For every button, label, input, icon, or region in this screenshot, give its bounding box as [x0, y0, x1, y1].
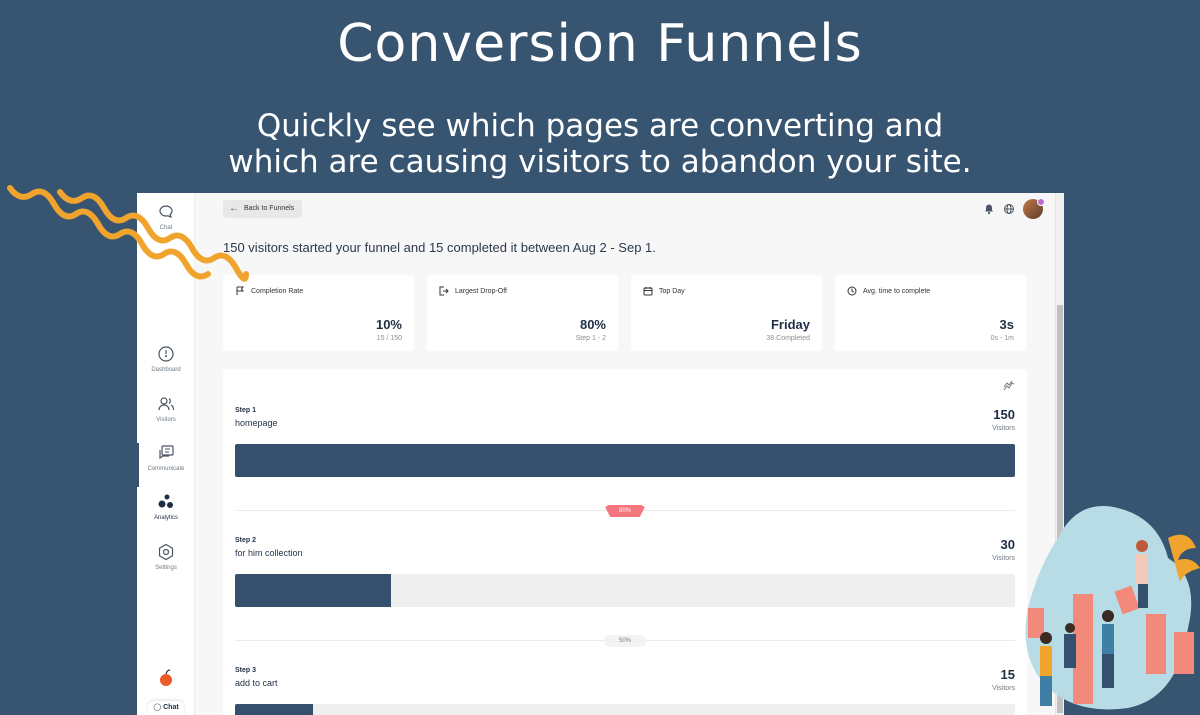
messages-icon — [159, 445, 174, 460]
stat-card-subtext: 38 Completed — [766, 335, 810, 342]
sidebar-item-label: Communicate — [147, 466, 185, 472]
step-visitor-unit: Visitors — [992, 685, 1015, 692]
calendar-icon — [643, 287, 653, 296]
stat-card-subtext: Step 1 - 2 — [575, 335, 606, 342]
sidebar-item-communicate[interactable]: Communicate — [137, 444, 195, 472]
main-content: ← Back to Funnels 150 visitors started y… — [195, 193, 1055, 715]
trend-chart-icon[interactable] — [1003, 379, 1015, 391]
chat-tab-label: Chat — [163, 704, 179, 711]
step-visitor-count: 30 — [1000, 537, 1015, 552]
stat-card-label: Largest Drop-Off — [455, 287, 508, 295]
chat-icon: ◯ — [153, 704, 162, 711]
step-3-bar-track — [235, 704, 1015, 715]
funnel-step-1: Step 1 homepage 150 Visitors — [235, 407, 1015, 432]
users-icon — [158, 397, 175, 411]
step-name: for him collection — [235, 548, 303, 558]
sidebar-item-visitors[interactable]: Visitors — [137, 395, 195, 423]
sidebar-item-settings[interactable]: Settings — [137, 543, 195, 571]
step-1-bar-track — [235, 444, 1015, 477]
hero-subtitle-line-1: Quickly see which pages are converting a… — [256, 108, 944, 144]
funnel-step-3: Step 3 add to cart 15 Visitors — [235, 667, 1015, 692]
sidebar-active-indicator — [137, 443, 139, 487]
step-2-bar-fill — [235, 574, 391, 607]
dropoff-badge-2: 50% — [604, 635, 646, 647]
hero-subtitle: Quickly see which pages are converting a… — [0, 108, 1200, 180]
sidebar-item-analytics[interactable]: Analytics — [137, 493, 195, 521]
user-avatar[interactable] — [1023, 198, 1045, 219]
stat-card-largest-drop-off: Largest Drop-Off 80% Step 1 - 2 — [427, 275, 618, 351]
stats-cards: Completion Rate 10% 15 / 150 Largest Dro… — [223, 275, 1027, 351]
stat-card-value: 10% — [375, 317, 402, 332]
stat-card-top-day: Top Day Friday 38 Completed — [631, 275, 822, 351]
clock-icon — [847, 286, 857, 296]
funnel-steps-panel: Step 1 homepage 150 Visitors 80% Step 2 … — [223, 369, 1027, 715]
step-name: add to cart — [235, 678, 278, 688]
stat-card-value: 80% — [579, 317, 606, 332]
sidebar-item-label: Settings — [155, 565, 177, 571]
gauge-icon — [158, 346, 174, 362]
step-3-bar-fill — [235, 704, 313, 715]
step-visitor-unit: Visitors — [992, 425, 1015, 432]
step-number: Step 2 — [235, 537, 257, 544]
funnel-step-2: Step 2 for him collection 30 Visitors — [235, 537, 1015, 562]
decorative-squiggle — [7, 185, 249, 282]
stat-card-avg-time: Avg. time to complete 3s 0s - 1m — [835, 275, 1026, 351]
sidebar-item-label: Analytics — [153, 515, 178, 521]
stat-card-label: Avg. time to complete — [863, 287, 931, 295]
step-1-bar-fill — [235, 444, 1015, 477]
brand-logo-icon — [160, 669, 172, 686]
stat-card-value: 3s — [999, 317, 1014, 332]
step-visitor-count: 15 — [1000, 667, 1015, 682]
stat-card-value: Friday — [770, 317, 810, 332]
exit-icon — [439, 286, 449, 296]
step-number: Step 1 — [235, 407, 257, 414]
globe-icon[interactable] — [1003, 203, 1015, 215]
bell-icon[interactable] — [983, 203, 995, 215]
sidebar-item-label: Visitors — [156, 417, 176, 423]
hexagon-gear-icon — [158, 543, 174, 561]
hero-subtitle-line-2: which are causing visitors to abandon yo… — [228, 144, 972, 180]
hero-title: Conversion Funnels — [337, 14, 863, 74]
top-bar-icons — [983, 198, 1045, 219]
step-2-bar-track — [235, 574, 1015, 607]
step-number: Step 3 — [235, 667, 257, 674]
step-visitor-count: 150 — [993, 407, 1015, 422]
step-visitor-unit: Visitors — [992, 555, 1015, 562]
decorative-people-chart-illustration — [1025, 506, 1200, 710]
chat-tab-button[interactable]: ◯ Chat — [148, 701, 184, 715]
stat-card-subtext: 15 / 150 — [376, 335, 402, 342]
stat-card-subtext: 0s - 1m — [990, 335, 1014, 342]
step-name: homepage — [235, 418, 278, 428]
analytics-dots-icon — [158, 494, 173, 508]
stat-card-label: Top Day — [659, 287, 685, 295]
dropoff-badge-1: 80% — [604, 505, 646, 517]
sidebar-item-label: Dashboard — [151, 367, 181, 373]
sidebar-item-dashboard[interactable]: Dashboard — [137, 345, 195, 373]
funnel-summary-text: 150 visitors started your funnel and 15 … — [223, 240, 656, 255]
